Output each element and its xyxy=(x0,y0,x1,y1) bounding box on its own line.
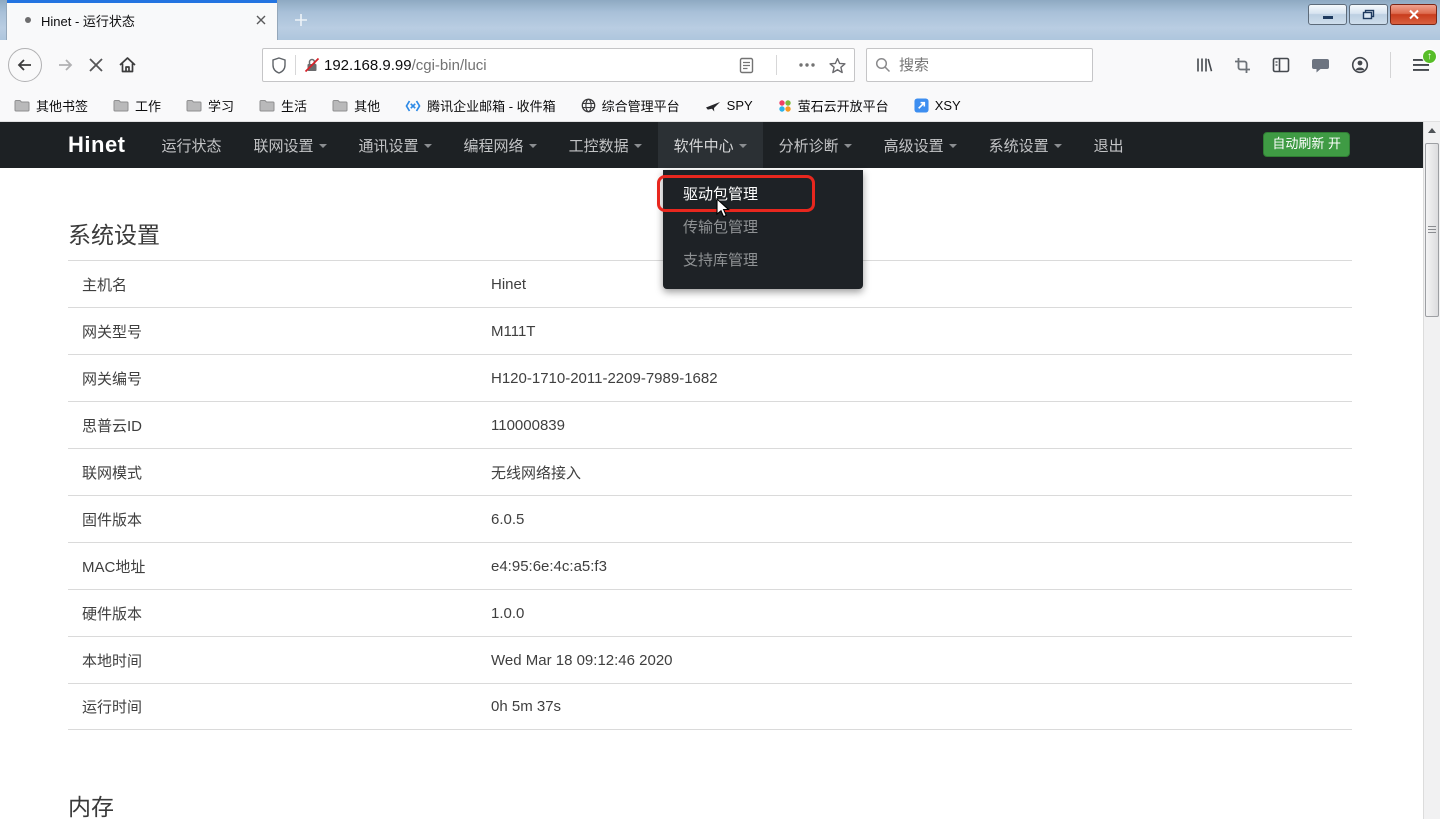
account-icon[interactable] xyxy=(1351,56,1369,74)
sidebar-icon[interactable] xyxy=(1272,57,1290,73)
forward-button[interactable] xyxy=(56,56,74,74)
page-actions-icon[interactable] xyxy=(799,63,815,67)
search-icon xyxy=(875,57,891,73)
url-path: /cgi-bin/luci xyxy=(412,57,487,74)
chevron-down-icon xyxy=(634,144,642,148)
nav-item-advanced-settings[interactable]: 高级设置 xyxy=(868,122,973,168)
software-center-dropdown: 驱动包管理 传输包管理 支持库管理 xyxy=(663,170,863,289)
chevron-down-icon xyxy=(739,144,747,148)
page-scrollbar[interactable] xyxy=(1423,122,1440,819)
restore-button[interactable] xyxy=(1349,4,1388,25)
mouse-cursor-icon xyxy=(716,198,732,220)
chevron-down-icon xyxy=(1054,144,1062,148)
bookmark-folder-work[interactable]: 工作 xyxy=(113,96,161,115)
url-bar[interactable]: 192.168.9.99/cgi-bin/luci xyxy=(262,48,855,82)
blue-arrow-square-icon xyxy=(914,98,929,113)
bookmark-tencent-mail[interactable]: 腾讯企业邮箱 - 收件箱 xyxy=(405,96,556,115)
chevron-down-icon xyxy=(319,144,327,148)
screenshot-crop-icon[interactable] xyxy=(1234,57,1251,74)
table-row: 网关型号M111T xyxy=(68,307,1352,354)
bookmark-ezviz[interactable]: 萤石云开放平台 xyxy=(778,96,889,115)
bookmark-folder-study[interactable]: 学习 xyxy=(186,96,234,115)
nav-item-system-settings[interactable]: 系统设置 xyxy=(973,122,1078,168)
table-row: 本地时间Wed Mar 18 09:12:46 2020 xyxy=(68,636,1352,683)
next-section-title: 内存 xyxy=(68,788,1352,819)
pocket-speech-bubble-icon[interactable] xyxy=(1311,57,1330,74)
bookmarks-bar: 其他书签 工作 学习 生活 其他 腾讯企业邮箱 - 收件箱 综合管理平台 SPY… xyxy=(0,90,1440,122)
table-row: 固件版本6.0.5 xyxy=(68,495,1352,542)
tencent-mail-icon xyxy=(405,99,421,113)
app-menu-button[interactable]: ↑ xyxy=(1412,57,1430,73)
menu-item-driver-package[interactable]: 驱动包管理 xyxy=(663,178,863,211)
window-controls xyxy=(1308,4,1437,25)
insecure-lock-icon[interactable] xyxy=(304,57,320,73)
bookmark-xsy[interactable]: XSY xyxy=(914,98,961,113)
chevron-down-icon xyxy=(424,144,432,148)
stop-button[interactable] xyxy=(88,57,104,73)
toolbar-divider xyxy=(1390,52,1391,78)
library-icon[interactable] xyxy=(1195,56,1213,74)
back-button[interactable] xyxy=(8,48,42,82)
system-info-table: 主机名Hinet 网关型号M111T 网关编号H120-1710-2011-22… xyxy=(68,260,1352,730)
auto-refresh-toggle[interactable]: 自动刷新 开 xyxy=(1263,132,1350,157)
browser-tab[interactable]: Hinet - 运行状态 xyxy=(6,0,278,40)
nav-item-logout[interactable]: 退出 xyxy=(1078,122,1140,168)
nav-item-network-settings[interactable]: 联网设置 xyxy=(238,122,343,168)
bookmark-folder-life[interactable]: 生活 xyxy=(259,96,307,115)
chevron-down-icon xyxy=(529,144,537,148)
site-navbar: Hinet 运行状态 联网设置 通讯设置 编程网络 工控数据 软件中心 分析诊断… xyxy=(0,122,1440,168)
tab-close-icon[interactable] xyxy=(255,14,267,26)
table-row: 联网模式无线网络接入 xyxy=(68,448,1352,495)
url-domain: 192.168.9.99 xyxy=(324,57,412,74)
tab-favicon-icon xyxy=(25,17,31,23)
nav-item-running-status[interactable]: 运行状态 xyxy=(146,122,238,168)
url-text: 192.168.9.99/cgi-bin/luci xyxy=(324,57,731,74)
minimize-button[interactable] xyxy=(1308,4,1347,25)
tab-title: Hinet - 运行状态 xyxy=(41,11,255,30)
close-button[interactable] xyxy=(1390,4,1437,25)
nav-item-programming-network[interactable]: 编程网络 xyxy=(448,122,553,168)
scrollbar-up-arrow[interactable] xyxy=(1424,122,1440,139)
table-row: 硬件版本1.0.0 xyxy=(68,589,1352,636)
table-row: 思普云ID110000839 xyxy=(68,401,1352,448)
urlbar-divider xyxy=(295,55,296,75)
bookmark-folder-misc[interactable]: 其他 xyxy=(332,96,380,115)
reader-view-icon[interactable] xyxy=(739,57,754,74)
chevron-down-icon xyxy=(949,144,957,148)
table-row: 网关编号H120-1710-2011-2209-7989-1682 xyxy=(68,354,1352,401)
nav-item-comm-settings[interactable]: 通讯设置 xyxy=(343,122,448,168)
scrollbar-thumb[interactable] xyxy=(1425,143,1439,317)
nav-item-software-center[interactable]: 软件中心 xyxy=(658,122,763,168)
window-titlebar: Hinet - 运行状态 xyxy=(0,0,1440,40)
bookmark-folder-other-bookmarks[interactable]: 其他书签 xyxy=(14,96,88,115)
plane-icon xyxy=(705,99,721,112)
ezviz-dots-icon xyxy=(778,99,792,113)
home-button[interactable] xyxy=(118,56,137,74)
new-tab-button[interactable] xyxy=(284,4,318,36)
chevron-down-icon xyxy=(844,144,852,148)
bookmark-star-icon[interactable] xyxy=(829,57,846,74)
bookmark-management-platform[interactable]: 综合管理平台 xyxy=(581,96,680,115)
site-logo[interactable]: Hinet xyxy=(68,132,126,158)
nav-item-analysis-diagnosis[interactable]: 分析诊断 xyxy=(763,122,868,168)
menu-item-support-library[interactable]: 支持库管理 xyxy=(663,244,863,277)
page-viewport: Hinet 运行状态 联网设置 通讯设置 编程网络 工控数据 软件中心 分析诊断… xyxy=(0,122,1440,819)
table-row: MAC地址e4:95:6e:4c:a5:f3 xyxy=(68,542,1352,589)
table-row: 运行时间0h 5m 37s xyxy=(68,683,1352,730)
update-available-badge: ↑ xyxy=(1422,49,1437,64)
globe-icon xyxy=(581,98,596,113)
menu-item-transfer-package[interactable]: 传输包管理 xyxy=(663,211,863,244)
search-input[interactable] xyxy=(899,57,1059,74)
nav-item-industrial-data[interactable]: 工控数据 xyxy=(553,122,658,168)
search-bar[interactable] xyxy=(866,48,1093,82)
urlbar-divider-2 xyxy=(776,55,777,75)
browser-window: Hinet - 运行状态 xyxy=(0,0,1440,819)
browser-toolbar: 192.168.9.99/cgi-bin/luci xyxy=(0,40,1440,90)
tracking-protection-shield-icon[interactable] xyxy=(271,57,287,74)
bookmark-spy[interactable]: SPY xyxy=(705,98,753,113)
